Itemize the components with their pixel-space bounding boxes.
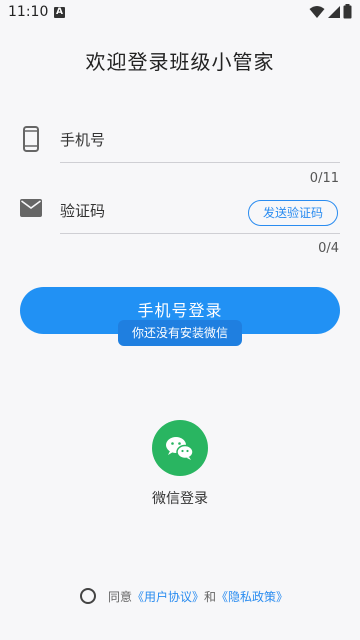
code-input-underline [60, 233, 340, 234]
wifi-icon [309, 5, 325, 18]
agreement-and: 和 [204, 589, 217, 604]
agreement-prefix: 同意 [108, 589, 133, 604]
signal-icon [328, 5, 340, 18]
wechat-login-label: 微信登录 [152, 491, 208, 507]
agreement-radio[interactable] [80, 588, 96, 604]
notification-badge: A [54, 7, 65, 18]
code-input[interactable]: 验证码 [60, 200, 105, 221]
phone-input-underline [60, 162, 340, 163]
login-screen: 11:10 A 欢迎登录班级小管家 手机号 0/11 验证码 发送验证码 0/4… [0, 0, 360, 640]
toast-message: 你还没有安装微信 [118, 320, 242, 346]
mail-icon [20, 199, 42, 217]
battery-icon [343, 4, 352, 19]
agreement-row: 同意 《用户协议》 和 《隐私政策》 [80, 586, 288, 606]
status-icons [309, 4, 352, 19]
status-time: 11:10 [8, 4, 49, 20]
page-title: 欢迎登录班级小管家 [85, 50, 275, 74]
user-agreement-link[interactable]: 《用户协议》 [132, 588, 204, 605]
phone-input[interactable]: 手机号 [60, 129, 105, 150]
wechat-login-button[interactable] [152, 420, 208, 476]
send-code-button[interactable]: 发送验证码 [248, 200, 338, 226]
privacy-policy-link[interactable]: 《隐私政策》 [216, 588, 288, 605]
code-counter: 0/4 [318, 241, 339, 256]
status-bar: 11:10 A [0, 0, 360, 26]
wechat-icon [166, 437, 194, 460]
phone-icon [23, 126, 39, 152]
phone-counter: 0/11 [309, 171, 339, 186]
